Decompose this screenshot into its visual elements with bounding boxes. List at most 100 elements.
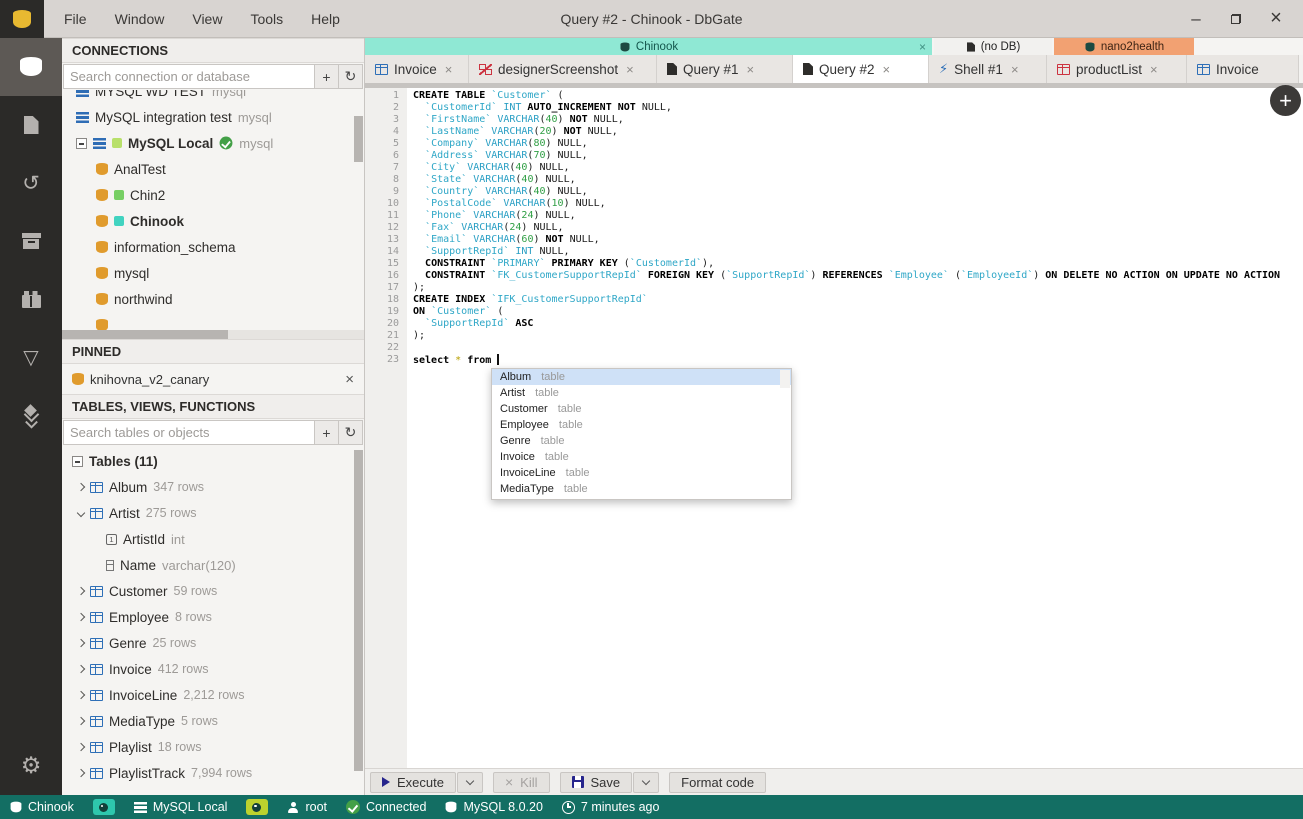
database-item-mysql[interactable]: mysql [62,260,364,286]
chevron-right-icon[interactable] [76,742,86,752]
chevron-right-icon[interactable] [76,586,86,596]
tab-group-nano2health[interactable]: nano2health [1054,38,1194,55]
close-tab-button[interactable]: × [1150,62,1158,77]
sidebar-item-archive[interactable] [0,212,62,270]
chevron-right-icon[interactable] [76,482,86,492]
autocomplete-item-mediatype[interactable]: MediaType table [492,481,791,497]
tables-group-header[interactable]: Tables (11) [62,448,364,474]
tables-search-input[interactable] [63,420,315,445]
table-item-album[interactable]: Album 347 rows [62,474,364,500]
tab-invoice-0[interactable]: Invoice × [365,55,469,83]
database-item-analtest[interactable]: AnalTest [62,156,364,182]
status-mysql-local[interactable]: MySQL Local [133,800,227,814]
autocomplete-item-album[interactable]: Album table [492,369,791,385]
pinned-item-knihovna-v2-canary[interactable]: knihovna_v2_canary × [62,364,364,394]
table-item-invoice[interactable]: Invoice 412 rows [62,656,364,682]
database-item-chinook[interactable]: Chinook [62,208,364,234]
chevron-right-icon[interactable] [76,690,86,700]
refresh-connections-button[interactable]: ↻ [339,64,363,89]
connection-item-mysql-local[interactable]: MySQL Local mysql [62,130,364,156]
status-chinook[interactable]: Chinook [10,800,74,814]
menu-view[interactable]: View [180,7,234,31]
connections-horizontal-scrollbar[interactable] [62,330,229,339]
collapse-icon[interactable] [76,137,87,149]
autocomplete-item-artist[interactable]: Artist table [492,385,791,401]
status-root[interactable]: root [287,800,327,814]
sidebar-item-query-designer[interactable]: ▽ [0,328,62,386]
sidebar-item-file[interactable] [0,96,62,154]
autocomplete-item-customer[interactable]: Customer table [492,401,791,417]
status-palette[interactable] [246,799,269,815]
tab-query-1-2[interactable]: Query #1 × [657,55,793,83]
autocomplete-item-genre[interactable]: Genre table [492,433,791,449]
table-item-playlisttrack[interactable]: PlaylistTrack 7,994 rows [62,760,364,786]
connection-item-mysql-integration-test[interactable]: MySQL integration test mysql [62,104,364,130]
close-tab-button[interactable]: × [626,62,634,77]
database-item-northwind[interactable]: northwind [62,286,364,312]
tab-invoice-6[interactable]: Invoice [1187,55,1299,83]
status-connected[interactable]: Connected [346,800,426,814]
status-palette[interactable] [92,799,115,815]
close-tab-button[interactable]: × [445,62,453,77]
table-item-playlist[interactable]: Playlist 18 rows [62,734,364,760]
menu-tools[interactable]: Tools [238,7,295,31]
chevron-right-icon[interactable] [76,716,86,726]
unpin-button[interactable]: × [345,371,354,388]
menu-help[interactable]: Help [299,7,352,31]
close-button[interactable]: × [1263,6,1289,32]
sidebar-item-settings[interactable]: ⚙ [0,737,62,795]
autocomplete-scrollbar[interactable] [780,370,790,388]
connections-vertical-scrollbar[interactable] [354,116,363,162]
sidebar-item-history[interactable]: ↺ [0,154,62,212]
status-mysql-8-0-20[interactable]: MySQL 8.0.20 [445,800,543,814]
collapse-icon[interactable] [72,455,83,467]
sidebar-item-plugins[interactable] [0,270,62,328]
chevron-right-icon[interactable] [76,768,86,778]
chevron-right-icon[interactable] [76,612,86,622]
database-item-information-schema[interactable]: information_schema [62,234,364,260]
close-group-button[interactable]: × [919,40,926,54]
close-tab-button[interactable]: × [747,62,755,77]
add-connection-button[interactable]: + [315,64,339,89]
tables-vertical-scrollbar[interactable] [354,450,363,771]
refresh-tables-button[interactable]: ↻ [339,420,363,445]
add-table-button[interactable]: + [315,420,339,445]
chevron-right-icon[interactable] [76,638,86,648]
connection-item-mysql-wd-test[interactable]: MYSQL WD TEST mysql [62,90,364,104]
save-dropdown-button[interactable] [633,771,660,793]
tab-group-chinook[interactable]: Chinook × [365,38,932,55]
chevron-down-icon[interactable] [76,508,86,518]
restore-button[interactable] [1223,6,1249,32]
sidebar-item-database[interactable] [0,38,62,96]
close-tab-button[interactable]: × [883,62,891,77]
tab-query-2-3[interactable]: Query #2 × [793,55,929,83]
format-code-button[interactable]: Format code [669,771,767,793]
menu-file[interactable]: File [52,7,99,31]
tab-designerscreenshot-1[interactable]: designerScreenshot × [469,55,657,83]
tab-shell-1-4[interactable]: ⚡ Shell #1 × [929,55,1047,83]
table-item-artist[interactable]: Artist 275 rows [62,500,364,526]
status-7-minutes-ago[interactable]: 7 minutes ago [561,800,659,814]
table-item-mediatype[interactable]: MediaType 5 rows [62,708,364,734]
table-item-employee[interactable]: Employee 8 rows [62,604,364,630]
autocomplete-item-invoice[interactable]: Invoice table [492,449,791,465]
execute-button[interactable]: Execute [370,771,456,793]
close-tab-button[interactable]: × [1011,62,1019,77]
save-button[interactable]: Save [559,771,633,793]
tab-productlist-5[interactable]: productList × [1047,55,1187,83]
connections-search-input[interactable] [63,64,315,89]
tab-group-no-db[interactable]: (no DB) [934,38,1052,55]
table-item-invoiceline[interactable]: InvoiceLine 2,212 rows [62,682,364,708]
table-item-genre[interactable]: Genre 25 rows [62,630,364,656]
kill-button[interactable]: × Kill [492,771,550,793]
autocomplete-item-employee[interactable]: Employee table [492,417,791,433]
autocomplete-item-invoiceline[interactable]: InvoiceLine table [492,465,791,481]
column-item-name[interactable]: Name varchar(120) [62,552,364,578]
table-item-customer[interactable]: Customer 59 rows [62,578,364,604]
chevron-right-icon[interactable] [76,664,86,674]
minimize-button[interactable]: – [1183,6,1209,32]
database-item-chin2[interactable]: Chin2 [62,182,364,208]
menu-window[interactable]: Window [103,7,177,31]
execute-dropdown-button[interactable] [456,771,483,793]
new-tab-button[interactable]: + [1270,85,1301,116]
